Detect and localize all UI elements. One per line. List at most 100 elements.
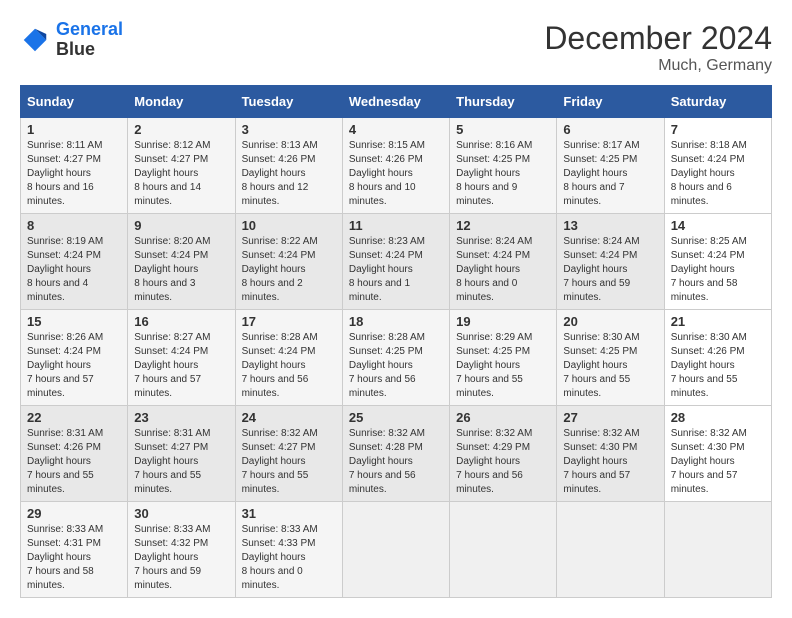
day-number: 2 [134, 122, 228, 137]
day-info: Sunrise: 8:31 AM Sunset: 4:26 PM Dayligh… [27, 427, 121, 497]
calendar-cell: 7 Sunrise: 8:18 AM Sunset: 4:24 PM Dayli… [664, 118, 771, 214]
day-info: Sunrise: 8:25 AM Sunset: 4:24 PM Dayligh… [671, 235, 765, 305]
day-number: 11 [349, 218, 443, 233]
day-info: Sunrise: 8:28 AM Sunset: 4:25 PM Dayligh… [349, 331, 443, 401]
day-header-thursday: Thursday [450, 86, 557, 118]
day-info: Sunrise: 8:22 AM Sunset: 4:24 PM Dayligh… [242, 235, 336, 305]
calendar-cell: 11 Sunrise: 8:23 AM Sunset: 4:24 PM Dayl… [342, 214, 449, 310]
day-info: Sunrise: 8:29 AM Sunset: 4:25 PM Dayligh… [456, 331, 550, 401]
day-number: 12 [456, 218, 550, 233]
day-number: 27 [563, 410, 657, 425]
calendar-cell: 16 Sunrise: 8:27 AM Sunset: 4:24 PM Dayl… [128, 310, 235, 406]
calendar-cell: 5 Sunrise: 8:16 AM Sunset: 4:25 PM Dayli… [450, 118, 557, 214]
day-header-monday: Monday [128, 86, 235, 118]
day-number: 29 [27, 506, 121, 521]
calendar-cell: 4 Sunrise: 8:15 AM Sunset: 4:26 PM Dayli… [342, 118, 449, 214]
day-number: 22 [27, 410, 121, 425]
calendar-header: SundayMondayTuesdayWednesdayThursdayFrid… [21, 86, 772, 118]
day-number: 6 [563, 122, 657, 137]
calendar-cell: 3 Sunrise: 8:13 AM Sunset: 4:26 PM Dayli… [235, 118, 342, 214]
logo-icon [20, 25, 50, 55]
day-info: Sunrise: 8:11 AM Sunset: 4:27 PM Dayligh… [27, 139, 121, 209]
day-number: 28 [671, 410, 765, 425]
day-number: 13 [563, 218, 657, 233]
calendar-cell: 2 Sunrise: 8:12 AM Sunset: 4:27 PM Dayli… [128, 118, 235, 214]
calendar-cell: 1 Sunrise: 8:11 AM Sunset: 4:27 PM Dayli… [21, 118, 128, 214]
day-info: Sunrise: 8:20 AM Sunset: 4:24 PM Dayligh… [134, 235, 228, 305]
calendar-cell: 19 Sunrise: 8:29 AM Sunset: 4:25 PM Dayl… [450, 310, 557, 406]
day-number: 8 [27, 218, 121, 233]
day-header-saturday: Saturday [664, 86, 771, 118]
day-info: Sunrise: 8:32 AM Sunset: 4:27 PM Dayligh… [242, 427, 336, 497]
calendar-cell: 31 Sunrise: 8:33 AM Sunset: 4:33 PM Dayl… [235, 502, 342, 598]
calendar-cell: 23 Sunrise: 8:31 AM Sunset: 4:27 PM Dayl… [128, 406, 235, 502]
calendar-cell: 14 Sunrise: 8:25 AM Sunset: 4:24 PM Dayl… [664, 214, 771, 310]
day-info: Sunrise: 8:32 AM Sunset: 4:29 PM Dayligh… [456, 427, 550, 497]
day-info: Sunrise: 8:24 AM Sunset: 4:24 PM Dayligh… [563, 235, 657, 305]
calendar-week-4: 22 Sunrise: 8:31 AM Sunset: 4:26 PM Dayl… [21, 406, 772, 502]
page-title: December 2024 [544, 20, 772, 57]
day-number: 3 [242, 122, 336, 137]
day-header-tuesday: Tuesday [235, 86, 342, 118]
calendar-week-1: 1 Sunrise: 8:11 AM Sunset: 4:27 PM Dayli… [21, 118, 772, 214]
day-number: 16 [134, 314, 228, 329]
calendar-cell: 17 Sunrise: 8:28 AM Sunset: 4:24 PM Dayl… [235, 310, 342, 406]
calendar-cell [557, 502, 664, 598]
day-number: 7 [671, 122, 765, 137]
day-info: Sunrise: 8:30 AM Sunset: 4:25 PM Dayligh… [563, 331, 657, 401]
day-number: 5 [456, 122, 550, 137]
day-number: 1 [27, 122, 121, 137]
day-info: Sunrise: 8:17 AM Sunset: 4:25 PM Dayligh… [563, 139, 657, 209]
day-number: 4 [349, 122, 443, 137]
day-number: 19 [456, 314, 550, 329]
day-number: 23 [134, 410, 228, 425]
calendar-cell: 15 Sunrise: 8:26 AM Sunset: 4:24 PM Dayl… [21, 310, 128, 406]
page-subtitle: Much, Germany [544, 57, 772, 75]
calendar-cell: 13 Sunrise: 8:24 AM Sunset: 4:24 PM Dayl… [557, 214, 664, 310]
calendar-cell: 22 Sunrise: 8:31 AM Sunset: 4:26 PM Dayl… [21, 406, 128, 502]
day-number: 15 [27, 314, 121, 329]
day-info: Sunrise: 8:33 AM Sunset: 4:32 PM Dayligh… [134, 523, 228, 593]
calendar-week-5: 29 Sunrise: 8:33 AM Sunset: 4:31 PM Dayl… [21, 502, 772, 598]
logo: General Blue [20, 20, 123, 60]
calendar-week-3: 15 Sunrise: 8:26 AM Sunset: 4:24 PM Dayl… [21, 310, 772, 406]
day-info: Sunrise: 8:12 AM Sunset: 4:27 PM Dayligh… [134, 139, 228, 209]
calendar-cell: 25 Sunrise: 8:32 AM Sunset: 4:28 PM Dayl… [342, 406, 449, 502]
calendar-cell: 21 Sunrise: 8:30 AM Sunset: 4:26 PM Dayl… [664, 310, 771, 406]
day-info: Sunrise: 8:24 AM Sunset: 4:24 PM Dayligh… [456, 235, 550, 305]
calendar-cell: 18 Sunrise: 8:28 AM Sunset: 4:25 PM Dayl… [342, 310, 449, 406]
day-info: Sunrise: 8:26 AM Sunset: 4:24 PM Dayligh… [27, 331, 121, 401]
calendar-week-2: 8 Sunrise: 8:19 AM Sunset: 4:24 PM Dayli… [21, 214, 772, 310]
day-info: Sunrise: 8:33 AM Sunset: 4:33 PM Dayligh… [242, 523, 336, 593]
day-number: 18 [349, 314, 443, 329]
logo-text: General Blue [56, 20, 123, 60]
calendar-cell [342, 502, 449, 598]
day-number: 26 [456, 410, 550, 425]
day-number: 25 [349, 410, 443, 425]
calendar-cell: 28 Sunrise: 8:32 AM Sunset: 4:30 PM Dayl… [664, 406, 771, 502]
calendar-table: SundayMondayTuesdayWednesdayThursdayFrid… [20, 85, 772, 598]
calendar-cell [450, 502, 557, 598]
day-number: 21 [671, 314, 765, 329]
day-info: Sunrise: 8:18 AM Sunset: 4:24 PM Dayligh… [671, 139, 765, 209]
day-info: Sunrise: 8:13 AM Sunset: 4:26 PM Dayligh… [242, 139, 336, 209]
day-number: 20 [563, 314, 657, 329]
day-info: Sunrise: 8:30 AM Sunset: 4:26 PM Dayligh… [671, 331, 765, 401]
day-number: 31 [242, 506, 336, 521]
day-number: 30 [134, 506, 228, 521]
calendar-cell: 27 Sunrise: 8:32 AM Sunset: 4:30 PM Dayl… [557, 406, 664, 502]
day-info: Sunrise: 8:32 AM Sunset: 4:30 PM Dayligh… [671, 427, 765, 497]
day-number: 14 [671, 218, 765, 233]
day-number: 24 [242, 410, 336, 425]
day-info: Sunrise: 8:15 AM Sunset: 4:26 PM Dayligh… [349, 139, 443, 209]
calendar-cell: 9 Sunrise: 8:20 AM Sunset: 4:24 PM Dayli… [128, 214, 235, 310]
day-info: Sunrise: 8:31 AM Sunset: 4:27 PM Dayligh… [134, 427, 228, 497]
day-info: Sunrise: 8:32 AM Sunset: 4:30 PM Dayligh… [563, 427, 657, 497]
calendar-cell: 24 Sunrise: 8:32 AM Sunset: 4:27 PM Dayl… [235, 406, 342, 502]
calendar-cell: 29 Sunrise: 8:33 AM Sunset: 4:31 PM Dayl… [21, 502, 128, 598]
day-info: Sunrise: 8:16 AM Sunset: 4:25 PM Dayligh… [456, 139, 550, 209]
day-info: Sunrise: 8:23 AM Sunset: 4:24 PM Dayligh… [349, 235, 443, 305]
day-number: 10 [242, 218, 336, 233]
calendar-cell: 6 Sunrise: 8:17 AM Sunset: 4:25 PM Dayli… [557, 118, 664, 214]
day-number: 17 [242, 314, 336, 329]
